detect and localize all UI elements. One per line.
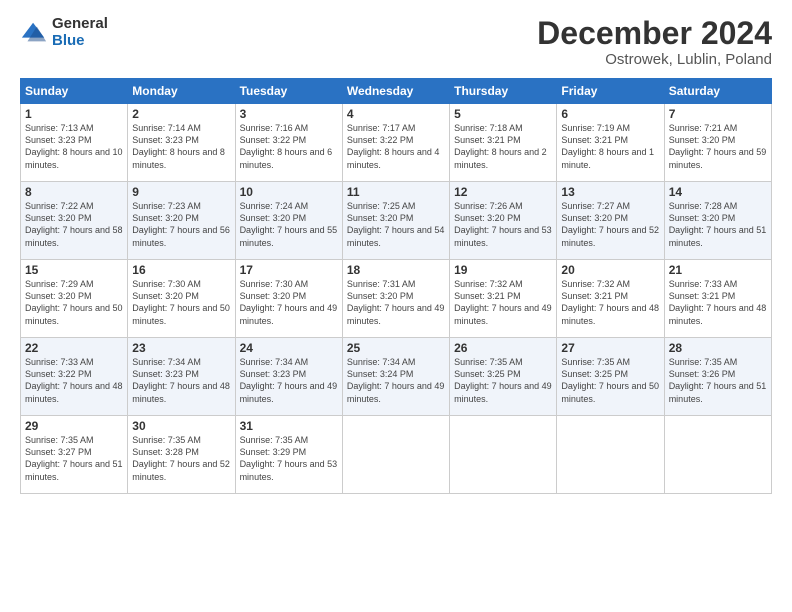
table-row: 5Sunrise: 7:18 AMSunset: 3:21 PMDaylight… [450,104,557,182]
table-row [664,416,771,494]
table-row: 13Sunrise: 7:27 AMSunset: 3:20 PMDayligh… [557,182,664,260]
table-row: 27Sunrise: 7:35 AMSunset: 3:25 PMDayligh… [557,338,664,416]
table-row: 4Sunrise: 7:17 AMSunset: 3:22 PMDaylight… [342,104,449,182]
table-row: 19Sunrise: 7:32 AMSunset: 3:21 PMDayligh… [450,260,557,338]
col-monday: Monday [128,79,235,104]
table-row: 16Sunrise: 7:30 AMSunset: 3:20 PMDayligh… [128,260,235,338]
month-title: December 2024 [537,16,772,51]
col-sunday: Sunday [21,79,128,104]
table-row: 8Sunrise: 7:22 AMSunset: 3:20 PMDaylight… [21,182,128,260]
table-row: 2Sunrise: 7:14 AMSunset: 3:23 PMDaylight… [128,104,235,182]
logo-text: General Blue [52,16,108,49]
table-row: 30Sunrise: 7:35 AMSunset: 3:28 PMDayligh… [128,416,235,494]
table-row: 9Sunrise: 7:23 AMSunset: 3:20 PMDaylight… [128,182,235,260]
logo-blue-text: Blue [52,33,108,50]
table-row: 14Sunrise: 7:28 AMSunset: 3:20 PMDayligh… [664,182,771,260]
page: General Blue December 2024 Ostrowek, Lub… [0,0,792,612]
table-row: 17Sunrise: 7:30 AMSunset: 3:20 PMDayligh… [235,260,342,338]
table-row: 3Sunrise: 7:16 AMSunset: 3:22 PMDaylight… [235,104,342,182]
col-wednesday: Wednesday [342,79,449,104]
col-saturday: Saturday [664,79,771,104]
table-row: 28Sunrise: 7:35 AMSunset: 3:26 PMDayligh… [664,338,771,416]
table-row [557,416,664,494]
table-row: 7Sunrise: 7:21 AMSunset: 3:20 PMDaylight… [664,104,771,182]
col-friday: Friday [557,79,664,104]
table-row: 20Sunrise: 7:32 AMSunset: 3:21 PMDayligh… [557,260,664,338]
table-row: 21Sunrise: 7:33 AMSunset: 3:21 PMDayligh… [664,260,771,338]
table-row: 22Sunrise: 7:33 AMSunset: 3:22 PMDayligh… [21,338,128,416]
table-row: 15Sunrise: 7:29 AMSunset: 3:20 PMDayligh… [21,260,128,338]
logo-general-text: General [52,16,108,33]
table-row [450,416,557,494]
table-row: 26Sunrise: 7:35 AMSunset: 3:25 PMDayligh… [450,338,557,416]
table-row: 10Sunrise: 7:24 AMSunset: 3:20 PMDayligh… [235,182,342,260]
table-row: 23Sunrise: 7:34 AMSunset: 3:23 PMDayligh… [128,338,235,416]
table-row: 31Sunrise: 7:35 AMSunset: 3:29 PMDayligh… [235,416,342,494]
location-subtitle: Ostrowek, Lublin, Poland [537,51,772,68]
table-row: 25Sunrise: 7:34 AMSunset: 3:24 PMDayligh… [342,338,449,416]
col-tuesday: Tuesday [235,79,342,104]
table-row: 1Sunrise: 7:13 AMSunset: 3:23 PMDaylight… [21,104,128,182]
table-row: 11Sunrise: 7:25 AMSunset: 3:20 PMDayligh… [342,182,449,260]
calendar-header-row: Sunday Monday Tuesday Wednesday Thursday… [21,79,772,104]
col-thursday: Thursday [450,79,557,104]
table-row: 18Sunrise: 7:31 AMSunset: 3:20 PMDayligh… [342,260,449,338]
calendar-table: Sunday Monday Tuesday Wednesday Thursday… [20,78,772,494]
table-row: 24Sunrise: 7:34 AMSunset: 3:23 PMDayligh… [235,338,342,416]
table-row: 6Sunrise: 7:19 AMSunset: 3:21 PMDaylight… [557,104,664,182]
logo: General Blue [20,16,108,49]
logo-icon [20,19,48,47]
table-row: 12Sunrise: 7:26 AMSunset: 3:20 PMDayligh… [450,182,557,260]
header: General Blue December 2024 Ostrowek, Lub… [20,16,772,68]
table-row [342,416,449,494]
table-row: 29Sunrise: 7:35 AMSunset: 3:27 PMDayligh… [21,416,128,494]
title-block: December 2024 Ostrowek, Lublin, Poland [537,16,772,68]
